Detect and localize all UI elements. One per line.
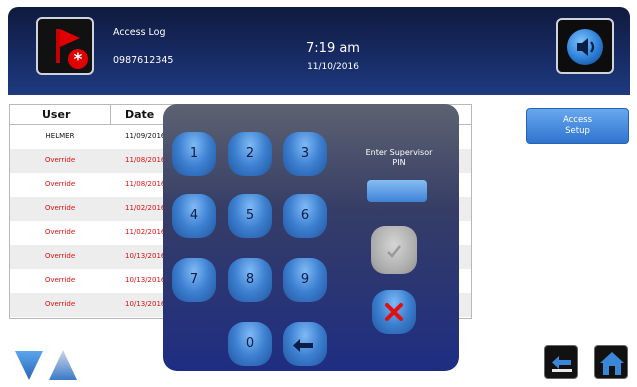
row-date: 11/08/2016: [125, 156, 166, 164]
cancel-x-icon: [385, 303, 403, 321]
cancel-button[interactable]: [372, 290, 416, 334]
home-icon: [600, 352, 624, 375]
scroll-up-icon[interactable]: [48, 349, 78, 381]
backspace-button[interactable]: [283, 322, 327, 366]
row-user: Override: [44, 300, 76, 308]
key-0[interactable]: 0: [228, 322, 272, 366]
row-user: Override: [44, 180, 76, 188]
key-8[interactable]: 8: [228, 258, 272, 302]
page-title: Access Log: [113, 27, 166, 38]
pin-input[interactable]: [367, 180, 427, 202]
column-header-date: Date: [125, 108, 155, 121]
access-setup-label-line2: Setup: [565, 126, 590, 136]
clock-time: 7:19 am: [306, 41, 360, 56]
row-user: Override: [44, 276, 76, 284]
home-button[interactable]: [594, 345, 628, 379]
row-date: 11/09/2016: [125, 132, 166, 140]
column-divider: [110, 105, 111, 125]
alarm-button[interactable]: *: [36, 17, 94, 75]
speaker-button[interactable]: [556, 18, 614, 74]
row-date: 10/13/2016: [125, 252, 166, 260]
scroll-down-icon[interactable]: [14, 349, 44, 381]
pin-keypad-dialog: 1 2 3 4 5 6 7 8 9 0 Enter Supervisor PIN: [163, 104, 459, 371]
alarm-asterisk-icon: *: [68, 49, 88, 70]
back-button[interactable]: [544, 345, 578, 379]
key-2[interactable]: 2: [228, 132, 272, 176]
row-user: Override: [44, 228, 76, 236]
row-date: 10/13/2016: [125, 276, 166, 284]
key-7[interactable]: 7: [172, 258, 216, 302]
row-user: Override: [44, 156, 76, 164]
key-1[interactable]: 1: [172, 132, 216, 176]
key-9[interactable]: 9: [283, 258, 327, 302]
alarm-flag-cloth: [60, 29, 80, 47]
row-date: 10/13/2016: [125, 300, 166, 308]
access-setup-button[interactable]: Access Setup: [526, 108, 629, 144]
serial-number: 0987612345: [113, 55, 174, 66]
row-user: Override: [44, 204, 76, 212]
confirm-button[interactable]: [371, 226, 417, 274]
key-4[interactable]: 4: [172, 194, 216, 238]
header-bar: * Access Log 0987612345 7:19 am 11/10/20…: [8, 7, 630, 95]
key-3[interactable]: 3: [283, 132, 327, 176]
column-header-user: User: [42, 108, 71, 121]
row-user: Override: [44, 252, 76, 260]
key-5[interactable]: 5: [228, 194, 272, 238]
row-date: 11/08/2016: [125, 180, 166, 188]
row-user: HELMER: [45, 132, 75, 140]
speaker-icon: [567, 29, 603, 65]
clock-date: 11/10/2016: [307, 62, 359, 72]
row-date: 11/02/2016: [125, 228, 166, 236]
access-setup-label-line1: Access: [562, 115, 593, 125]
backspace-icon: [293, 339, 313, 352]
pin-prompt: Enter Supervisor PIN: [349, 148, 449, 168]
checkmark-icon: [387, 245, 401, 258]
pin-prompt-line2: PIN: [392, 158, 406, 167]
key-6[interactable]: 6: [283, 194, 327, 238]
row-date: 11/02/2016: [125, 204, 166, 212]
back-icon: [552, 356, 572, 372]
pin-prompt-line1: Enter Supervisor: [365, 148, 433, 157]
